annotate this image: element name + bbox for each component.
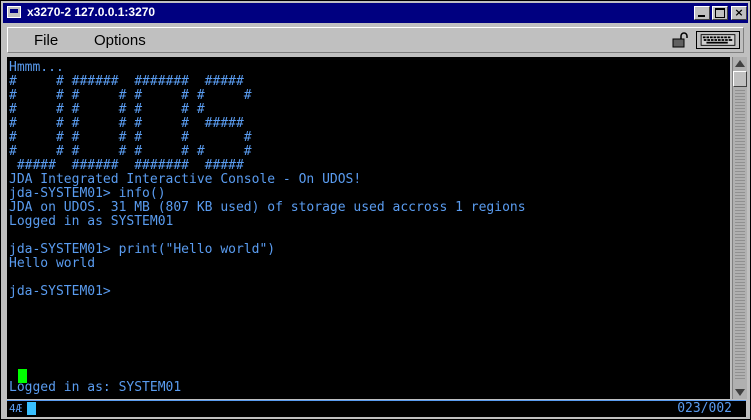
console-prompt: jda-SYSTEM01> [9, 284, 111, 299]
udos-banner-line: # # # # # # # [9, 130, 252, 145]
udos-banner-line: # # ###### ####### ##### [9, 74, 244, 89]
scroll-track[interactable] [735, 89, 745, 379]
status-line: Logged in as: SYSTEM01 [9, 380, 182, 395]
x3270-window: x3270-2 127.0.0.1:3270 × File Options Hm… [0, 0, 751, 420]
lock-icon[interactable] [671, 32, 691, 48]
console-output: JDA on UDOS. 31 MB (807 KB used) of stor… [9, 200, 526, 215]
console-output: Hello world [9, 256, 96, 271]
console-prompt: jda-SYSTEM01> print("Hello world") [9, 242, 276, 257]
terminal-line: Hmmm... [9, 60, 64, 75]
udos-banner-line: # # # # # # # [9, 102, 205, 117]
scroll-down-icon[interactable] [733, 385, 747, 399]
oia-status-block [27, 402, 36, 415]
console-header: JDA Integrated Interactive Console - On … [9, 172, 362, 187]
udos-banner-line: # # # # # # ##### [9, 116, 244, 131]
udos-banner-line: ##### ###### ####### ##### [9, 158, 244, 173]
keyboard-icon[interactable] [696, 31, 740, 49]
title-bar[interactable]: x3270-2 127.0.0.1:3270 × [3, 3, 748, 23]
scroll-up-icon[interactable] [733, 57, 747, 71]
cursor-position: 023/002 [677, 401, 732, 416]
operator-information-area: 4Æ 023/002 [7, 400, 746, 417]
window-title: x3270-2 127.0.0.1:3270 [27, 5, 156, 19]
console-output: Logged in as SYSTEM01 [9, 214, 174, 229]
vertical-scrollbar[interactable] [732, 57, 747, 399]
terminal-screen[interactable]: Hmmm... # # ###### ####### ##### # # # #… [7, 57, 730, 399]
minimize-button[interactable] [694, 6, 710, 20]
console-prompt: jda-SYSTEM01> info() [9, 186, 166, 201]
scroll-thumb[interactable] [733, 71, 747, 87]
oia-connection-indicator: 4Æ [9, 402, 23, 415]
maximize-button[interactable] [712, 6, 728, 20]
close-button[interactable]: × [731, 6, 747, 20]
menu-file[interactable]: File [34, 32, 58, 49]
udos-banner-line: # # # # # # # # [9, 88, 252, 103]
menu-bar: File Options [7, 27, 744, 53]
terminal-window-icon[interactable] [7, 6, 21, 18]
udos-banner-line: # # # # # # # # [9, 144, 252, 159]
menu-options[interactable]: Options [94, 32, 146, 49]
